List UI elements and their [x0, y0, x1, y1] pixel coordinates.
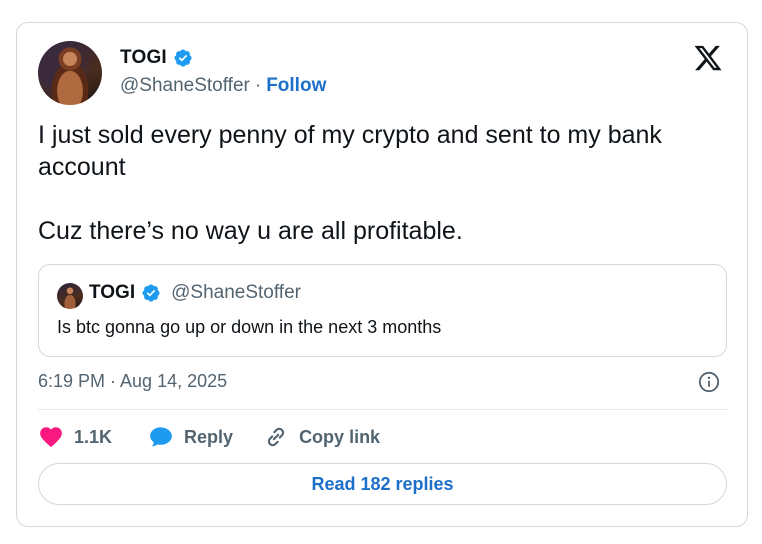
handle-separator: · — [254, 75, 262, 96]
author-handle-row: @ShaneStoffer · Follow — [120, 75, 326, 97]
info-icon[interactable] — [698, 371, 720, 393]
quoted-tweet[interactable]: TOGI @ShaneStoffer Is btc gonna go up or… — [38, 264, 727, 357]
verified-badge-icon — [174, 49, 192, 67]
read-replies-button[interactable]: Read 182 replies — [38, 463, 727, 505]
quoted-author-name: TOGI — [89, 282, 136, 303]
tweet-embed-card: TOGI @ShaneStoffer · Follow I just sold … — [16, 22, 748, 527]
x-logo-icon[interactable] — [693, 43, 723, 73]
copy-link-button[interactable]: Copy link — [263, 424, 380, 450]
quoted-author-row: TOGI @ShaneStoffer — [89, 282, 301, 304]
like-button[interactable]: 1.1K — [38, 424, 112, 450]
author-name-row: TOGI — [120, 47, 193, 69]
quoted-author-handle: @ShaneStoffer — [171, 282, 301, 303]
reply-button[interactable]: Reply — [148, 424, 233, 450]
follow-button[interactable]: Follow — [266, 75, 326, 97]
speech-bubble-icon — [150, 427, 172, 447]
link-icon — [267, 427, 285, 447]
like-count: 1.1K — [74, 426, 113, 447]
author-display-name[interactable]: TOGI — [120, 47, 167, 69]
author-handle[interactable]: @ShaneStoffer — [120, 75, 250, 97]
heart-icon — [40, 427, 62, 448]
copy-link-label: Copy link — [299, 426, 381, 447]
tweet-text: I just sold every penny of my crypto and… — [38, 121, 662, 245]
divider — [38, 409, 727, 410]
author-avatar[interactable] — [38, 41, 102, 105]
tweet-timestamp[interactable]: 6:19 PM · Aug 14, 2025 — [38, 371, 227, 392]
action-bar: 1.1K Reply Copy link — [38, 423, 380, 451]
reply-label: Reply — [184, 426, 234, 447]
quoted-tweet-text: Is btc gonna go up or down in the next 3… — [57, 317, 442, 337]
verified-badge-icon — [142, 284, 160, 302]
quoted-author-avatar — [57, 283, 83, 309]
